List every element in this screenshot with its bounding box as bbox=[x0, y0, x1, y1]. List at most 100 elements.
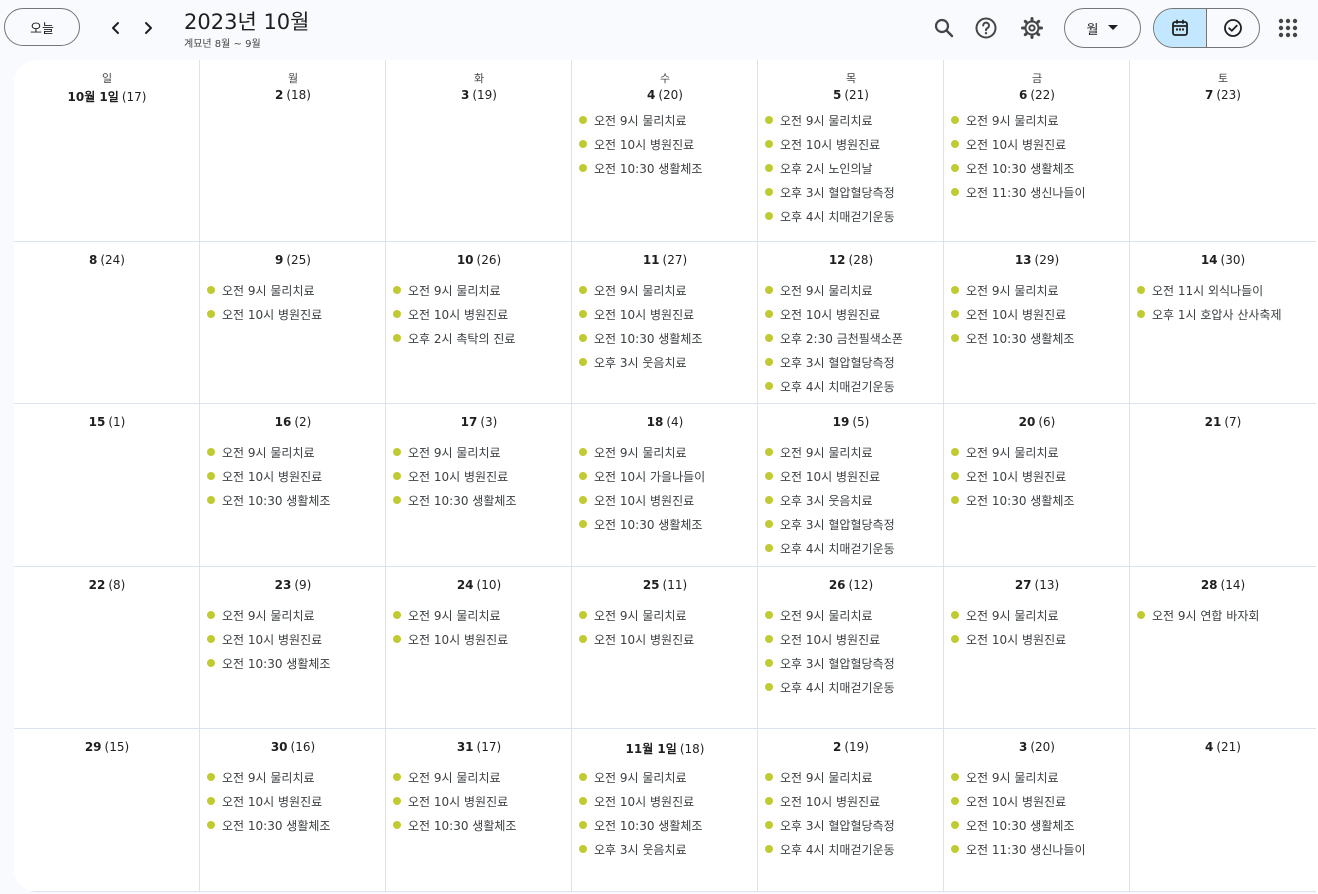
event-chip[interactable]: 오전 9시 물리치료 bbox=[393, 603, 567, 627]
day-number[interactable]: 6 (22) bbox=[944, 88, 1130, 102]
event-chip[interactable]: 오전 10:30 생활체조 bbox=[579, 156, 753, 180]
day-number[interactable]: 5 (21) bbox=[758, 88, 944, 102]
event-chip[interactable]: 오전 9시 물리치료 bbox=[207, 440, 381, 464]
day-number[interactable]: 11월 1일 (18) bbox=[572, 740, 758, 757]
day-number[interactable]: 10월 1일 (17) bbox=[14, 88, 200, 105]
today-button[interactable]: 오늘 bbox=[4, 8, 80, 46]
day-number[interactable]: 15 (1) bbox=[14, 415, 200, 429]
day-cell[interactable]: 16 (2) 오전 9시 물리치료 오전 10시 병원진료 오전 10:30 생활체조 bbox=[200, 404, 386, 567]
day-number[interactable]: 7 (23) bbox=[1130, 88, 1316, 102]
event-chip[interactable]: 오전 9시 물리치료 bbox=[579, 440, 753, 464]
day-cell[interactable]: 목 5 (21) 오전 9시 물리치료 오전 10시 병원진료 오후 2시 노인의날 오후 … bbox=[758, 60, 944, 242]
day-number[interactable]: 8 (24) bbox=[14, 253, 200, 267]
day-cell[interactable]: 11월 1일 (18) 오전 9시 물리치료 오전 10시 병원진료 오전 10:30 … bbox=[572, 729, 758, 892]
day-cell[interactable]: 15 (1) bbox=[14, 404, 200, 567]
day-number[interactable]: 30 (16) bbox=[200, 740, 386, 754]
event-chip[interactable]: 오전 10:30 생활체조 bbox=[207, 813, 381, 837]
event-chip[interactable]: 오전 9시 물리치료 bbox=[207, 603, 381, 627]
day-cell[interactable]: 9 (25) 오전 9시 물리치료 오전 10시 병원진료 bbox=[200, 242, 386, 404]
event-chip[interactable]: 오전 9시 물리치료 bbox=[393, 765, 567, 789]
day-number[interactable]: 2 (19) bbox=[758, 740, 944, 754]
event-chip[interactable]: 오전 9시 물리치료 bbox=[951, 765, 1125, 789]
event-chip[interactable]: 오후 1시 호압사 산사축제 bbox=[1137, 302, 1312, 326]
event-chip[interactable]: 오후 2시 촉탁의 진료 bbox=[393, 326, 567, 350]
event-chip[interactable]: 오후 3시 혈압혈당측정 bbox=[765, 651, 939, 675]
event-chip[interactable]: 오전 9시 물리치료 bbox=[579, 108, 753, 132]
event-chip[interactable]: 오후 3시 혈압혈당측정 bbox=[765, 350, 939, 374]
event-chip[interactable]: 오전 9시 물리치료 bbox=[951, 108, 1125, 132]
event-chip[interactable]: 오후 4시 치매걷기운동 bbox=[765, 675, 939, 699]
event-chip[interactable]: 오전 9시 물리치료 bbox=[579, 278, 753, 302]
event-chip[interactable]: 오전 11시 외식나들이 bbox=[1137, 278, 1312, 302]
view-select[interactable]: 월 bbox=[1064, 8, 1141, 48]
event-chip[interactable]: 오전 10:30 생활체조 bbox=[393, 488, 567, 512]
day-cell[interactable]: 29 (15) bbox=[14, 729, 200, 892]
day-cell[interactable]: 21 (7) bbox=[1130, 404, 1316, 567]
event-chip[interactable]: 오전 9시 물리치료 bbox=[765, 765, 939, 789]
event-chip[interactable]: 오전 9시 연합 바자회 bbox=[1137, 603, 1312, 627]
day-cell[interactable]: 13 (29) 오전 9시 물리치료 오전 10시 병원진료 오전 10:30 생활체조 bbox=[944, 242, 1130, 404]
event-chip[interactable]: 오전 9시 물리치료 bbox=[393, 440, 567, 464]
day-number[interactable]: 17 (3) bbox=[386, 415, 572, 429]
event-chip[interactable]: 오전 10시 병원진료 bbox=[393, 302, 567, 326]
day-cell[interactable]: 31 (17) 오전 9시 물리치료 오전 10시 병원진료 오전 10:30 생활체조 bbox=[386, 729, 572, 892]
day-number[interactable]: 23 (9) bbox=[200, 578, 386, 592]
day-number[interactable]: 18 (4) bbox=[572, 415, 758, 429]
event-chip[interactable]: 오후 2시 노인의날 bbox=[765, 156, 939, 180]
event-chip[interactable]: 오전 11:30 생신나들이 bbox=[951, 180, 1125, 204]
event-chip[interactable]: 오전 10:30 생활체조 bbox=[951, 488, 1125, 512]
next-month-button[interactable] bbox=[134, 14, 162, 42]
day-number[interactable]: 2 (18) bbox=[200, 88, 386, 102]
event-chip[interactable]: 오후 3시 혈압혈당측정 bbox=[765, 180, 939, 204]
event-chip[interactable]: 오전 9시 물리치료 bbox=[951, 603, 1125, 627]
event-chip[interactable]: 오후 3시 혈압혈당측정 bbox=[765, 512, 939, 536]
event-chip[interactable]: 오전 9시 물리치료 bbox=[207, 765, 381, 789]
day-cell[interactable]: 27 (13) 오전 9시 물리치료 오전 10시 병원진료 bbox=[944, 567, 1130, 729]
day-cell[interactable]: 금 6 (22) 오전 9시 물리치료 오전 10시 병원진료 오전 10:30 생활체조… bbox=[944, 60, 1130, 242]
prev-month-button[interactable] bbox=[102, 14, 130, 42]
day-cell[interactable]: 10 (26) 오전 9시 물리치료 오전 10시 병원진료 오후 2시 촉탁의 진료 bbox=[386, 242, 572, 404]
event-chip[interactable]: 오전 9시 물리치료 bbox=[765, 440, 939, 464]
day-cell[interactable]: 23 (9) 오전 9시 물리치료 오전 10시 병원진료 오전 10:30 생활체조 bbox=[200, 567, 386, 729]
day-number[interactable]: 11 (27) bbox=[572, 253, 758, 267]
day-cell[interactable]: 토 7 (23) bbox=[1130, 60, 1316, 242]
day-number[interactable]: 20 (6) bbox=[944, 415, 1130, 429]
day-number[interactable]: 10 (26) bbox=[386, 253, 572, 267]
event-chip[interactable]: 오전 10:30 생활체조 bbox=[579, 813, 753, 837]
day-number[interactable]: 29 (15) bbox=[14, 740, 200, 754]
event-chip[interactable]: 오후 4시 치매걷기운동 bbox=[765, 204, 939, 228]
day-number[interactable]: 4 (20) bbox=[572, 88, 758, 102]
event-chip[interactable]: 오전 10시 가을나들이 bbox=[579, 464, 753, 488]
event-chip[interactable]: 오전 10시 병원진료 bbox=[951, 789, 1125, 813]
event-chip[interactable]: 오전 10시 병원진료 bbox=[207, 627, 381, 651]
event-chip[interactable]: 오전 10:30 생활체조 bbox=[207, 651, 381, 675]
day-cell[interactable]: 26 (12) 오전 9시 물리치료 오전 10시 병원진료 오후 3시 혈압혈당측정 오… bbox=[758, 567, 944, 729]
day-cell[interactable]: 4 (21) bbox=[1130, 729, 1316, 892]
event-chip[interactable]: 오전 10시 병원진료 bbox=[765, 132, 939, 156]
day-number[interactable]: 13 (29) bbox=[944, 253, 1130, 267]
day-cell[interactable]: 11 (27) 오전 9시 물리치료 오전 10시 병원진료 오전 10:30 생활체조… bbox=[572, 242, 758, 404]
day-cell[interactable]: 14 (30) 오전 11시 외식나들이 오후 1시 호압사 산사축제 bbox=[1130, 242, 1316, 404]
event-chip[interactable]: 오전 10시 병원진료 bbox=[207, 464, 381, 488]
day-cell[interactable]: 12 (28) 오전 9시 물리치료 오전 10시 병원진료 오후 2:30 금천필색소… bbox=[758, 242, 944, 404]
calendar-view-toggle[interactable] bbox=[1154, 9, 1207, 47]
event-chip[interactable]: 오전 10시 병원진료 bbox=[765, 627, 939, 651]
event-chip[interactable]: 오전 9시 물리치료 bbox=[765, 603, 939, 627]
event-chip[interactable]: 오후 3시 웃음치료 bbox=[579, 837, 753, 861]
event-chip[interactable]: 오전 10시 병원진료 bbox=[765, 789, 939, 813]
day-cell[interactable]: 30 (16) 오전 9시 물리치료 오전 10시 병원진료 오전 10:30 생활체조 bbox=[200, 729, 386, 892]
day-number[interactable]: 21 (7) bbox=[1130, 415, 1316, 429]
day-cell[interactable]: 3 (20) 오전 9시 물리치료 오전 10시 병원진료 오전 10:30 생활체조 오… bbox=[944, 729, 1130, 892]
event-chip[interactable]: 오전 10시 병원진료 bbox=[393, 464, 567, 488]
event-chip[interactable]: 오전 10시 병원진료 bbox=[765, 464, 939, 488]
day-cell[interactable]: 월 2 (18) bbox=[200, 60, 386, 242]
day-number[interactable]: 28 (14) bbox=[1130, 578, 1316, 592]
event-chip[interactable]: 오전 10시 병원진료 bbox=[951, 627, 1125, 651]
day-number[interactable]: 22 (8) bbox=[14, 578, 200, 592]
day-number[interactable]: 12 (28) bbox=[758, 253, 944, 267]
event-chip[interactable]: 오후 4시 치매걷기운동 bbox=[765, 536, 939, 560]
day-number[interactable]: 24 (10) bbox=[386, 578, 572, 592]
day-cell[interactable]: 수 4 (20) 오전 9시 물리치료 오전 10시 병원진료 오전 10:30 생활체조 bbox=[572, 60, 758, 242]
event-chip[interactable]: 오전 10시 병원진료 bbox=[951, 132, 1125, 156]
event-chip[interactable]: 오전 9시 물리치료 bbox=[579, 603, 753, 627]
